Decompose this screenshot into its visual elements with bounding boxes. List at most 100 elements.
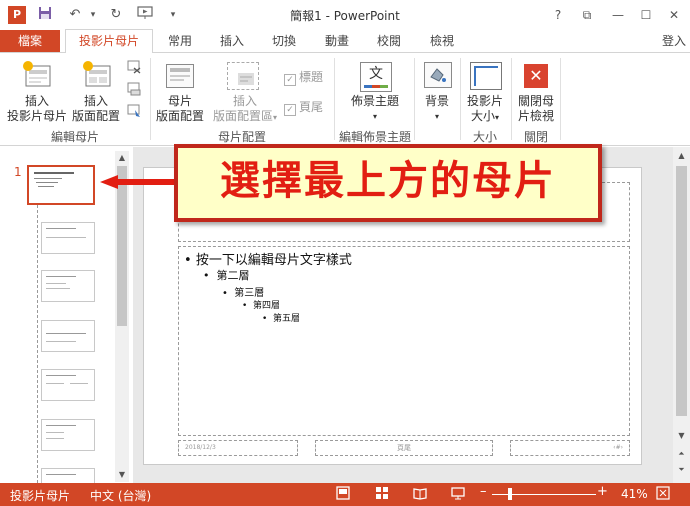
- tab-animations[interactable]: 動畫: [317, 30, 357, 52]
- delete-slide-icon[interactable]: [127, 60, 141, 74]
- callout-arrow-icon: [100, 175, 176, 189]
- themes-icon: 文: [360, 62, 392, 92]
- zoom-level[interactable]: 41%: [621, 487, 648, 501]
- help-icon[interactable]: ?: [547, 5, 569, 25]
- background-button[interactable]: 背景 ▾: [420, 94, 454, 124]
- ribbon-separator: [150, 58, 151, 140]
- bullet-level-1-text: 按一下以編輯母片文字樣式: [195, 253, 352, 268]
- status-view-name: 投影片母片: [10, 489, 71, 503]
- slide-size-label-2: 大小: [470, 109, 495, 123]
- slide-size-button[interactable]: 投影片 大小▾: [462, 94, 508, 125]
- master-layout-label-1: 母片: [167, 94, 192, 108]
- group-edit-master-label: 編輯母片: [50, 130, 99, 144]
- insert-slide-master-icon: [22, 60, 52, 88]
- insert-layout-icon: [82, 60, 112, 88]
- insert-placeholder-label-1: 插入: [232, 94, 257, 108]
- close-master-view-label-2: 片檢視: [517, 109, 554, 123]
- insert-placeholder-button[interactable]: 插入 版面配置區▾: [208, 94, 282, 125]
- zoom-in-icon[interactable]: +: [597, 484, 608, 499]
- tab-view[interactable]: 檢視: [422, 30, 462, 52]
- status-language[interactable]: 中文 (台灣): [90, 487, 151, 504]
- slide-scrollbar-thumb[interactable]: [676, 166, 687, 416]
- zoom-slider-thumb[interactable]: [508, 488, 512, 500]
- close-master-view-icon: ✕: [524, 64, 548, 88]
- themes-icon-text: 文: [369, 66, 383, 82]
- date-placeholder[interactable]: 2018/12/3: [178, 440, 298, 456]
- dropdown-arrow-icon: ▾: [434, 112, 439, 121]
- insert-slide-master-label-1: 插入: [24, 94, 49, 108]
- tab-transitions[interactable]: 切換: [264, 30, 304, 52]
- bullet-level-1: • 按一下以編輯母片文字樣式: [184, 253, 352, 268]
- themes-label: 佈景主題: [350, 94, 399, 108]
- layout-thumbnail[interactable]: [41, 270, 95, 302]
- layout-thumbnail[interactable]: [41, 320, 95, 352]
- footer-placeholder-text: 頁尾: [397, 444, 411, 452]
- date-placeholder-text: 2018/12/3: [185, 444, 216, 451]
- slide-show-icon[interactable]: [451, 486, 465, 500]
- slide-size-label-1: 投影片: [466, 94, 503, 108]
- group-edit-theme-label: 編輯佈景主題: [338, 130, 411, 144]
- master-layout-button[interactable]: 母片 版面配置: [155, 94, 205, 124]
- footer-checkbox[interactable]: ✓ 頁尾: [284, 98, 323, 116]
- insert-layout-label-1: 插入: [83, 94, 108, 108]
- checkmark-icon: ✓: [284, 104, 296, 116]
- maximize-icon[interactable]: ☐: [635, 5, 657, 25]
- zoom-out-icon[interactable]: –: [480, 484, 487, 499]
- bullet-level-2-text: 第二層: [216, 269, 250, 282]
- layout-thumbnail[interactable]: [41, 419, 95, 451]
- bullet-level-4-text: 第四層: [253, 301, 281, 311]
- scroll-up-icon[interactable]: ▲: [673, 150, 690, 162]
- tab-home[interactable]: 常用: [160, 30, 200, 52]
- dropdown-arrow-icon: ▾: [372, 112, 377, 121]
- themes-button[interactable]: 佈景主題 ▾: [346, 94, 404, 124]
- tab-insert[interactable]: 插入: [212, 30, 252, 52]
- bullet-level-5-text: 第五層: [273, 314, 301, 324]
- tab-file[interactable]: 檔案: [0, 30, 60, 52]
- bullet-level-4: • 第四層: [242, 301, 281, 311]
- dropdown-arrow-icon: ▾: [273, 113, 278, 122]
- thumbnail-scrollbar-thumb[interactable]: [117, 166, 127, 326]
- group-master-layout-label: 母片配置: [217, 130, 266, 144]
- scroll-up-icon[interactable]: ▲: [115, 151, 129, 164]
- sign-in-link[interactable]: 登入: [662, 30, 686, 52]
- scroll-down-icon[interactable]: ▼: [673, 430, 690, 442]
- layout-thumbnail[interactable]: [41, 222, 95, 254]
- notes-view-icon[interactable]: [336, 486, 350, 500]
- bullet-level-5: • 第五層: [262, 314, 301, 324]
- bullet-level-2: • 第二層: [203, 269, 250, 282]
- footer-checkbox-label: 頁尾: [299, 100, 324, 114]
- insert-placeholder-label-2: 版面配置區: [212, 109, 273, 123]
- close-master-view-button[interactable]: 關閉母 片檢視: [514, 94, 558, 124]
- scroll-down-icon[interactable]: ▼: [115, 468, 129, 481]
- footer-placeholder[interactable]: 頁尾: [315, 440, 493, 456]
- slide-size-icon: [470, 62, 502, 90]
- ribbon-display-icon[interactable]: ⧉: [576, 5, 598, 25]
- tab-review[interactable]: 校閱: [369, 30, 409, 52]
- minimize-icon[interactable]: —: [607, 5, 629, 25]
- next-slide-icon[interactable]: ⏷: [673, 464, 690, 476]
- close-icon[interactable]: ✕: [663, 5, 685, 25]
- title-checkbox[interactable]: ✓ 標題: [284, 68, 323, 86]
- fit-to-window-icon[interactable]: [656, 486, 670, 500]
- layout-thumbnail[interactable]: [41, 369, 95, 401]
- insert-layout-button[interactable]: 插入 版面配置: [69, 94, 123, 124]
- master-layout-label-2: 版面配置: [155, 109, 204, 123]
- slide-master-thumbnail[interactable]: [27, 165, 95, 205]
- group-size-label: 大小: [472, 130, 497, 144]
- slide-number-placeholder[interactable]: ‹#›: [510, 440, 630, 456]
- insert-slide-master-button[interactable]: 插入 投影片母片: [6, 94, 68, 124]
- title-checkbox-label: 標題: [299, 70, 324, 84]
- reading-view-icon[interactable]: [413, 486, 427, 500]
- ribbon-separator: [414, 58, 415, 140]
- layout-tree-line: [37, 205, 38, 483]
- instruction-callout-text: 選擇最上方的母片: [220, 158, 556, 204]
- bullet-level-3: • 第三層: [222, 288, 265, 299]
- slide-sorter-icon[interactable]: [375, 486, 389, 500]
- tab-slide-master[interactable]: 投影片母片: [65, 29, 153, 53]
- slide-number-placeholder-text: ‹#›: [613, 444, 623, 451]
- rename-icon[interactable]: [127, 82, 141, 96]
- previous-slide-icon[interactable]: ⏶: [673, 448, 690, 460]
- layout-thumbnail[interactable]: [41, 468, 95, 483]
- master-layout-icon: [166, 64, 194, 88]
- preserve-icon[interactable]: [127, 104, 141, 118]
